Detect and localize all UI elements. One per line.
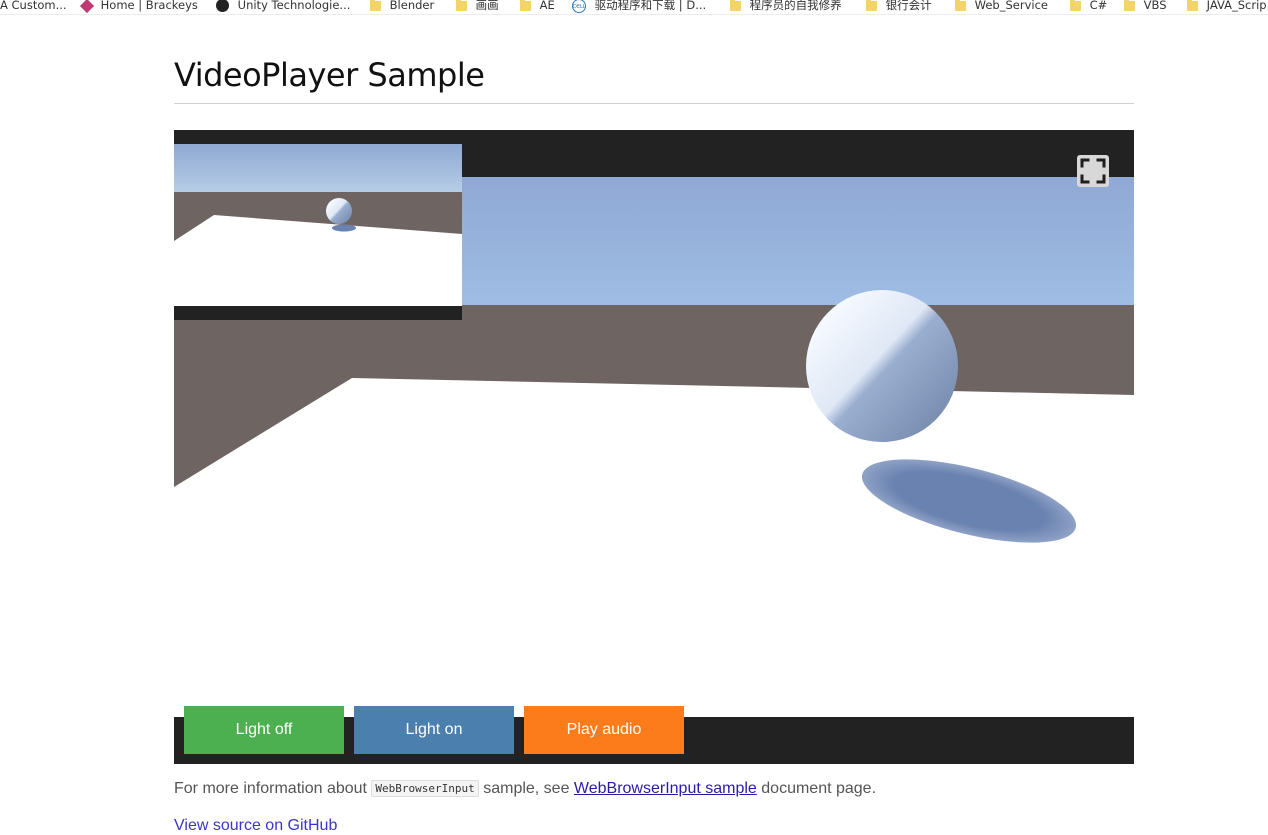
- folder-icon: [520, 0, 531, 11]
- info-middle: sample, see: [478, 780, 574, 797]
- folder-icon: [1124, 0, 1135, 11]
- page-title: VideoPlayer Sample: [174, 56, 485, 94]
- folder-icon: [1070, 0, 1081, 11]
- video-player[interactable]: Light off Light on Play audio: [174, 130, 1134, 764]
- fullscreen-button[interactable]: [1077, 155, 1109, 187]
- bookmark-dell-drivers[interactable]: DELL 驱动程序和下载 | D...: [572, 0, 706, 13]
- dell-icon: DELL: [572, 0, 586, 13]
- folder-icon: [866, 0, 877, 11]
- bookmark-unity[interactable]: Unity Technologie...: [216, 0, 350, 13]
- light-on-button[interactable]: Light on: [354, 706, 514, 754]
- bookmark-java-script[interactable]: JAVA_Scrip: [1187, 0, 1267, 13]
- brackeys-diamond-icon: [79, 0, 95, 13]
- bookmark-label: 驱动程序和下载 | D...: [594, 0, 707, 12]
- folder-icon: [730, 0, 741, 11]
- bookmark-label: Web_Service: [974, 0, 1048, 12]
- bookmark-huahua[interactable]: 画画: [456, 0, 499, 13]
- bookmarks-bar: A Custom... Home | Brackeys Unity Techno…: [0, 0, 1268, 15]
- video-frame: [174, 144, 1134, 764]
- bookmark-label: Home | Brackeys: [100, 0, 198, 12]
- info-prefix: For more information about: [174, 780, 372, 797]
- bookmark-label: VBS: [1143, 0, 1167, 12]
- view-source-github-link[interactable]: View source on GitHub: [174, 817, 337, 835]
- bookmark-label: Unity Technologie...: [237, 0, 351, 12]
- folder-icon: [955, 0, 966, 11]
- folder-icon: [370, 0, 381, 11]
- bookmark-label: JAVA_Scrip: [1206, 0, 1267, 12]
- github-icon: [216, 0, 229, 12]
- bookmark-bank-accounting[interactable]: 银行会计: [866, 0, 932, 13]
- bookmark-web-service[interactable]: Web_Service: [955, 0, 1048, 13]
- bookmark-label: A Custom...: [0, 0, 67, 12]
- webbrowserinput-sample-link[interactable]: WebBrowserInput sample: [574, 780, 757, 797]
- bookmark-label: 画画: [475, 0, 499, 12]
- bookmark-label: 程序员的自我修养: [749, 0, 842, 12]
- bookmark-programmer[interactable]: 程序员的自我修养: [730, 0, 842, 13]
- info-suffix: document page.: [756, 780, 877, 797]
- title-divider: [174, 103, 1134, 104]
- fullscreen-icon: [1080, 158, 1106, 184]
- bookmark-ae[interactable]: AE: [520, 0, 555, 13]
- bookmark-label: C#: [1089, 0, 1108, 12]
- folder-icon: [456, 0, 467, 11]
- info-text: For more information about WebBrowserInp…: [174, 780, 876, 798]
- info-code: WebBrowserInput: [371, 780, 479, 797]
- light-off-button[interactable]: Light off: [184, 706, 344, 754]
- folder-icon: [1187, 0, 1198, 11]
- bookmark-label: Blender: [389, 0, 435, 12]
- bookmark-csharp[interactable]: C#: [1070, 0, 1107, 13]
- play-audio-button[interactable]: Play audio: [524, 706, 684, 754]
- bookmark-blender[interactable]: Blender: [370, 0, 434, 13]
- bookmark-vbs[interactable]: VBS: [1124, 0, 1167, 13]
- bookmark-brackeys[interactable]: Home | Brackeys: [79, 0, 198, 13]
- bookmark-a-custom[interactable]: A Custom...: [0, 0, 67, 13]
- bookmark-label: 银行会计: [885, 0, 932, 12]
- bookmark-label: AE: [539, 0, 555, 12]
